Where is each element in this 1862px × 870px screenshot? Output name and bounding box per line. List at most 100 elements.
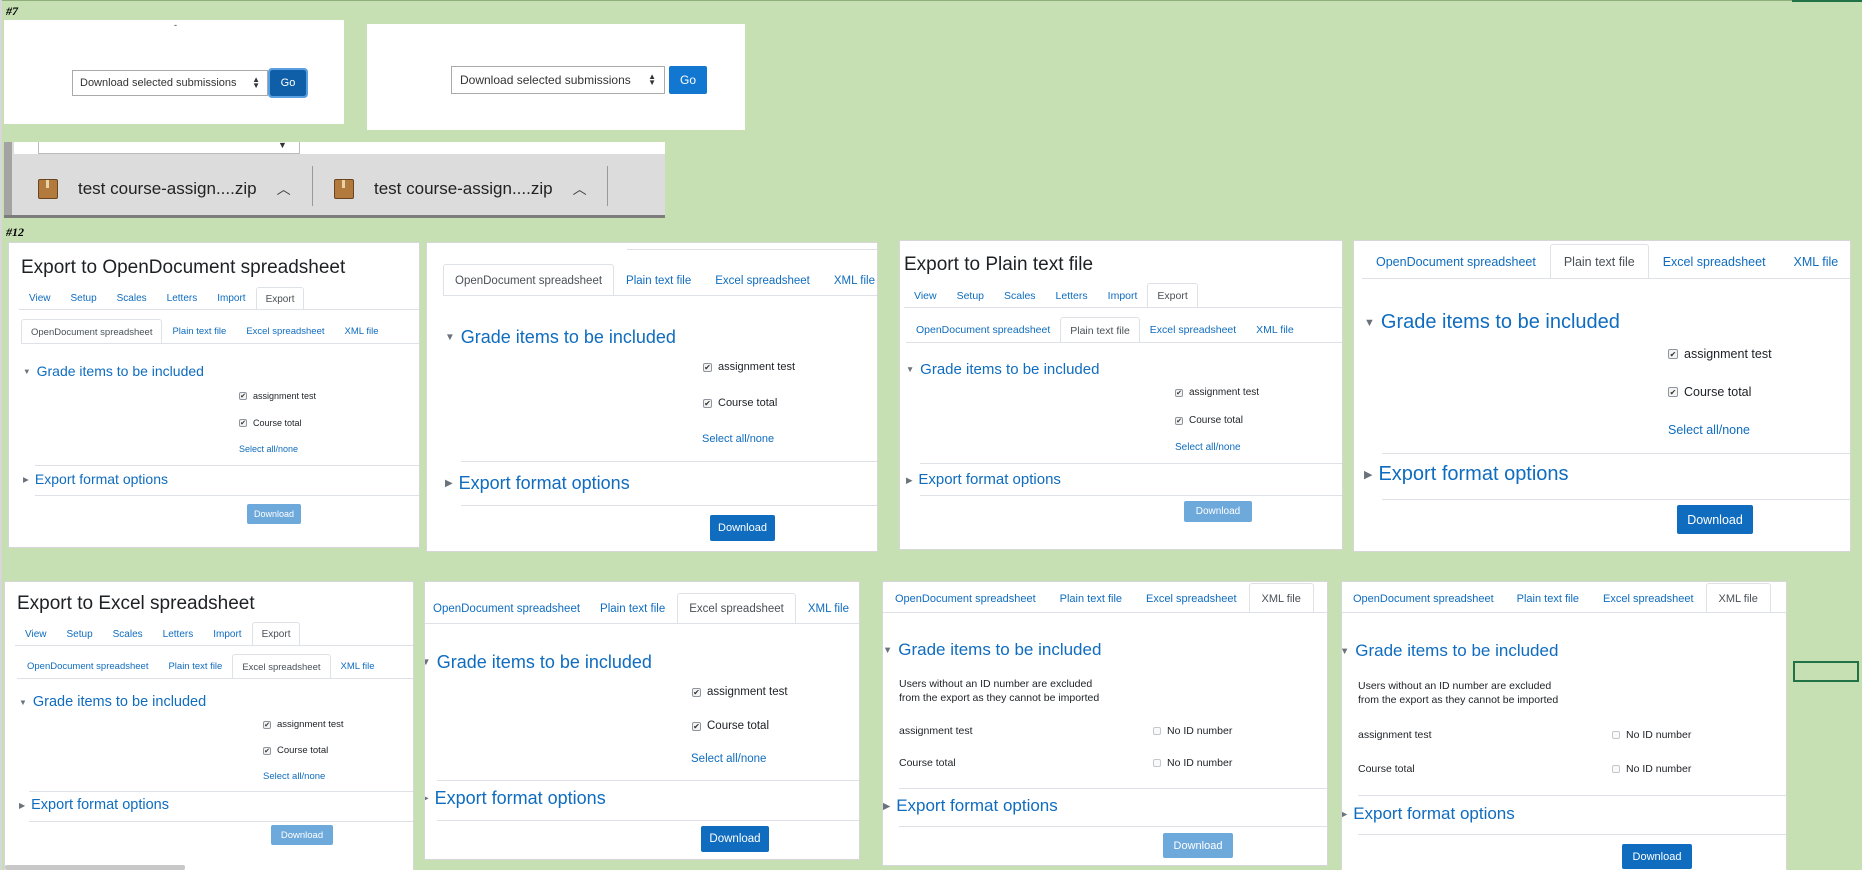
export-format-options-header[interactable]: ▶Export format options: [883, 796, 1058, 816]
export-format-options-header[interactable]: ▶Export format options: [906, 471, 1061, 488]
grade-item-checkbox[interactable]: ✔ assignment test: [692, 686, 788, 698]
select-all-none-link[interactable]: Select all/none: [263, 771, 325, 782]
tab-opendocument[interactable]: OpenDocument spreadsheet: [883, 584, 1048, 612]
tab-view[interactable]: View: [15, 622, 57, 645]
download-button[interactable]: Download: [271, 825, 333, 845]
download-button[interactable]: Download: [1184, 501, 1252, 522]
tab-export[interactable]: Export: [251, 622, 301, 646]
tab-excel[interactable]: Excel spreadsheet: [677, 593, 796, 624]
tab-import[interactable]: Import: [207, 287, 255, 309]
grade-item-checkbox[interactable]: ✔ Course total: [692, 720, 769, 732]
tab-opendocument[interactable]: OpenDocument spreadsheet: [425, 594, 588, 623]
tab-opendocument[interactable]: OpenDocument spreadsheet: [443, 264, 615, 296]
download-item-2[interactable]: test course-assign....zip ︿: [334, 172, 604, 206]
chevron-up-icon[interactable]: ︿: [277, 179, 291, 199]
grade-item-checkbox[interactable]: ✔ Course total: [239, 418, 302, 428]
go-button[interactable]: Go: [669, 66, 707, 94]
tab-plain-text[interactable]: Plain text file: [1060, 317, 1140, 343]
tab-xml[interactable]: XML file: [335, 319, 389, 343]
tab-excel[interactable]: Excel spreadsheet: [236, 319, 334, 343]
tab-excel[interactable]: Excel spreadsheet: [1140, 317, 1246, 342]
grade-items-header[interactable]: ▼Grade items to be included: [445, 327, 676, 348]
tab-xml[interactable]: XML file: [1705, 583, 1771, 613]
grade-items-header[interactable]: ▼Grade items to be included: [1364, 311, 1620, 334]
tab-plain-text[interactable]: Plain text file: [588, 594, 677, 623]
select-all-none-link[interactable]: Select all/none: [239, 444, 298, 454]
tab-scales[interactable]: Scales: [994, 283, 1046, 307]
export-format-options-header[interactable]: ▶Export format options: [1364, 463, 1569, 486]
tab-excel[interactable]: Excel spreadsheet: [703, 265, 822, 295]
download-button[interactable]: Download: [247, 504, 301, 524]
select-all-none-link[interactable]: Select all/none: [1668, 423, 1750, 437]
tab-plain-text[interactable]: Plain text file: [1048, 584, 1134, 612]
tab-plain-text[interactable]: Plain text file: [614, 265, 703, 295]
grade-items-header[interactable]: ▼Grade items to be included: [23, 363, 204, 379]
tab-xml[interactable]: XML file: [331, 654, 385, 678]
grade-item-checkbox[interactable]: ✔ Course total: [1668, 385, 1751, 399]
grade-item-checkbox[interactable]: ✔ assignment test: [703, 361, 795, 373]
tab-letters[interactable]: Letters: [153, 622, 204, 645]
tab-excel[interactable]: Excel spreadsheet: [1649, 245, 1780, 278]
select-all-none-link[interactable]: Select all/none: [702, 433, 774, 445]
tab-scales[interactable]: Scales: [107, 287, 157, 309]
tab-view[interactable]: View: [904, 283, 947, 307]
tab-setup[interactable]: Setup: [947, 283, 994, 307]
tab-import[interactable]: Import: [1098, 283, 1148, 307]
grade-items-header[interactable]: ▼Grade items to be included: [1342, 641, 1558, 661]
tab-setup[interactable]: Setup: [57, 622, 103, 645]
select-all-none-link[interactable]: Select all/none: [1175, 442, 1241, 453]
no-id-checkbox[interactable]: No ID number: [1153, 725, 1232, 737]
download-selected-select[interactable]: Download selected submissions ▲ ▼: [72, 70, 268, 96]
select-all-none-link[interactable]: Select all/none: [691, 753, 766, 765]
download-selected-select[interactable]: Download selected submissions ▲ ▼: [451, 66, 665, 94]
grade-item-checkbox[interactable]: ✔ Course total: [703, 397, 777, 409]
tab-opendocument[interactable]: OpenDocument spreadsheet: [1342, 584, 1505, 612]
grade-item-checkbox[interactable]: ✔ assignment test: [263, 719, 344, 730]
export-format-options-header[interactable]: ▶Export format options: [1342, 804, 1515, 824]
tab-excel[interactable]: Excel spreadsheet: [1591, 584, 1706, 612]
tab-import[interactable]: Import: [203, 622, 251, 645]
tab-letters[interactable]: Letters: [157, 287, 208, 309]
grade-items-header[interactable]: ▼Grade items to be included: [883, 640, 1101, 660]
download-button[interactable]: Download: [1163, 833, 1233, 858]
horizontal-scrollbar[interactable]: [5, 865, 185, 870]
go-button[interactable]: Go: [268, 68, 308, 98]
export-format-options-header[interactable]: ▶Export format options: [445, 473, 630, 494]
tab-opendocument[interactable]: OpenDocument spreadsheet: [906, 317, 1060, 342]
grade-item-checkbox[interactable]: ✔ assignment test: [1668, 347, 1772, 361]
tab-letters[interactable]: Letters: [1046, 283, 1098, 307]
tab-opendocument[interactable]: OpenDocument spreadsheet: [21, 319, 163, 344]
download-button[interactable]: Download: [1677, 505, 1753, 534]
tab-xml[interactable]: XML file: [1248, 583, 1314, 613]
grade-item-checkbox[interactable]: ✔ assignment test: [1175, 387, 1259, 398]
tab-xml[interactable]: XML file: [796, 594, 859, 623]
no-id-checkbox[interactable]: No ID number: [1153, 757, 1232, 769]
grade-item-checkbox[interactable]: ✔ Course total: [1175, 415, 1243, 426]
tab-plain-text[interactable]: Plain text file: [1549, 244, 1649, 279]
tab-scales[interactable]: Scales: [103, 622, 153, 645]
chevron-up-icon[interactable]: ︿: [573, 179, 587, 199]
tab-xml[interactable]: XML file: [822, 265, 877, 295]
tab-opendocument[interactable]: OpenDocument spreadsheet: [1362, 245, 1550, 278]
tab-opendocument[interactable]: OpenDocument spreadsheet: [17, 654, 158, 678]
no-id-checkbox[interactable]: No ID number: [1612, 729, 1691, 741]
tab-excel[interactable]: Excel spreadsheet: [1134, 584, 1249, 612]
export-format-options-header[interactable]: ▶Export format options: [19, 797, 169, 813]
tab-setup[interactable]: Setup: [61, 287, 107, 309]
grade-items-header[interactable]: ▼Grade items to be included: [425, 652, 652, 673]
tab-excel[interactable]: Excel spreadsheet: [232, 654, 331, 679]
tab-plain-text[interactable]: Plain text file: [1505, 584, 1591, 612]
export-format-options-header[interactable]: ▶Export format options: [23, 471, 168, 487]
tab-xml[interactable]: XML file: [1780, 245, 1850, 278]
tab-export[interactable]: Export: [1147, 283, 1198, 308]
no-id-checkbox[interactable]: No ID number: [1612, 763, 1691, 775]
download-item-1[interactable]: test course-assign....zip ︿: [38, 172, 308, 206]
download-button[interactable]: Download: [710, 515, 775, 541]
grade-items-header[interactable]: ▼Grade items to be included: [906, 361, 1099, 378]
grade-item-checkbox[interactable]: ✔ assignment test: [239, 391, 316, 401]
tab-plain-text[interactable]: Plain text file: [162, 319, 236, 343]
tab-export[interactable]: Export: [255, 287, 305, 310]
export-format-options-header[interactable]: ▶Export format options: [425, 788, 606, 809]
download-button[interactable]: Download: [701, 826, 769, 852]
grade-items-header[interactable]: ▼Grade items to be included: [19, 694, 206, 710]
